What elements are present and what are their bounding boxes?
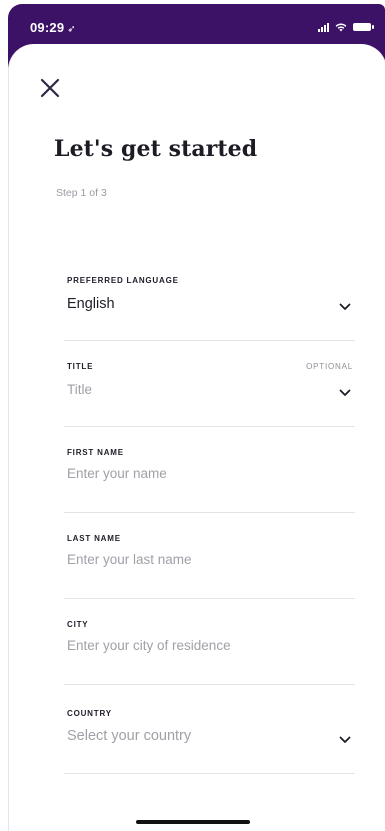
title-select[interactable]: TITLE OPTIONAL Title xyxy=(64,362,355,427)
country-label: COUNTRY xyxy=(67,709,112,718)
preferred-language-value: English xyxy=(67,296,115,312)
first-name-label: FIRST NAME xyxy=(67,448,124,457)
chevron-down-icon xyxy=(339,736,351,743)
step-indicator: Step 1 of 3 xyxy=(56,187,107,199)
status-time: 09:29 ➶ xyxy=(30,20,76,35)
location-arrow-icon: ➶ xyxy=(67,24,76,35)
country-select[interactable]: COUNTRY Select your country xyxy=(64,709,355,774)
optional-tag: OPTIONAL xyxy=(306,362,353,371)
city-field: CITY xyxy=(64,620,355,685)
battery-icon xyxy=(353,23,374,31)
wifi-icon xyxy=(335,23,347,32)
first-name-field: FIRST NAME xyxy=(64,448,355,513)
close-icon[interactable] xyxy=(39,77,61,99)
first-name-input[interactable] xyxy=(67,466,327,481)
chevron-down-icon xyxy=(339,389,351,396)
phone-screen: 09:29 ➶ Let's get started Step 1 of 3 PRE… xyxy=(0,0,385,831)
status-icons xyxy=(318,22,374,32)
city-label: CITY xyxy=(67,620,89,629)
signal-icon xyxy=(318,22,329,32)
home-indicator xyxy=(136,820,250,824)
clock-text: 09:29 xyxy=(30,20,65,35)
preferred-language-label: PREFERRED LANGUAGE xyxy=(67,276,179,285)
title-placeholder: Title xyxy=(67,382,93,397)
signup-sheet: Let's get started Step 1 of 3 PREFERRED … xyxy=(8,44,385,831)
title-label: TITLE xyxy=(67,362,94,371)
last-name-field: LAST NAME xyxy=(64,534,355,599)
last-name-label: LAST NAME xyxy=(67,534,121,543)
preferred-language-select[interactable]: PREFERRED LANGUAGE English xyxy=(64,276,355,341)
city-input[interactable] xyxy=(67,638,327,653)
country-placeholder: Select your country xyxy=(67,728,192,744)
last-name-input[interactable] xyxy=(67,552,327,567)
chevron-down-icon xyxy=(339,303,351,310)
page-title: Let's get started xyxy=(54,136,258,162)
